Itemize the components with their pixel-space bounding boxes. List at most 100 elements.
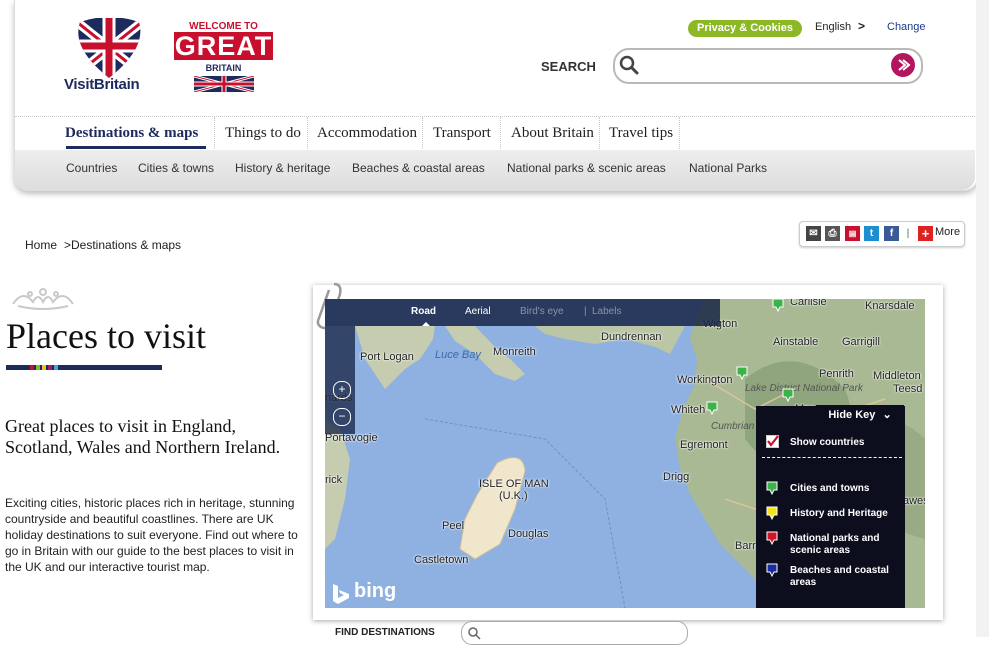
- breadcrumb-current: >Destinations & maps: [64, 238, 182, 252]
- key-divider: [762, 457, 902, 458]
- subnav-countries[interactable]: Countries: [66, 161, 117, 175]
- zoom-in-button[interactable]: +: [333, 381, 351, 399]
- map-place-monreith: Monreith: [493, 346, 536, 358]
- subnav-national-parks-scenic[interactable]: National parks & scenic areas: [507, 161, 666, 175]
- map-pin-city[interactable]: [782, 388, 794, 402]
- map-place-drigg: Drigg: [663, 471, 690, 483]
- search-go-button[interactable]: [891, 53, 915, 77]
- subnav-cities-towns[interactable]: Cities & towns: [138, 161, 214, 175]
- email-icon[interactable]: ✉: [806, 226, 821, 241]
- print-icon[interactable]: ⎙: [825, 226, 840, 241]
- bing-logo-icon: [333, 584, 349, 604]
- map-place-isle-of-man: ISLE OF MAN: [479, 478, 549, 490]
- plus-icon[interactable]: +: [918, 226, 933, 241]
- map-labels-toggle[interactable]: Labels: [592, 306, 621, 317]
- scrollbar-track[interactable]: [976, 0, 989, 637]
- share-toolbar: ✉ ⎙ ▤ t f | + More: [799, 221, 965, 247]
- nav-accommodation[interactable]: Accommodation: [317, 125, 417, 142]
- subnav-national-parks[interactable]: National Parks: [689, 161, 767, 175]
- parks-marker-icon: [766, 531, 778, 545]
- key-national-parks[interactable]: National parks and scenic areas: [790, 533, 896, 557]
- great-logo-bottom: BRITAIN: [205, 63, 242, 73]
- show-countries-label: Show countries: [790, 437, 865, 448]
- map-place-garrigill: Garrigill: [842, 336, 880, 348]
- map-place-carlisle: Carlisle: [790, 299, 827, 308]
- map-place-egremont: Egremont: [680, 439, 728, 451]
- heritage-marker-icon: [766, 506, 778, 520]
- share-divider: |: [906, 228, 910, 239]
- map-view-toolbar: Road Aerial Bird's eye | Labels: [325, 299, 720, 326]
- page-title: Places to visit: [6, 316, 206, 356]
- great-logo-main[interactable]: GREAT: [174, 32, 273, 60]
- map-place-teesdale: Teesd: [893, 383, 923, 395]
- map-view-aerial[interactable]: Aerial: [465, 306, 491, 317]
- hide-key-label: Hide Key: [828, 409, 876, 421]
- bing-logo-text: bing: [354, 580, 397, 602]
- map-place-rick: rick: [325, 474, 343, 486]
- nav-about-britain[interactable]: About Britain: [511, 125, 594, 142]
- map-pin-city[interactable]: [706, 401, 718, 415]
- map-place-port-logan: Port Logan: [360, 351, 414, 363]
- map-zoom-panel: + −: [325, 326, 355, 434]
- nav-things-to-do[interactable]: Things to do: [225, 125, 301, 142]
- map-place-knarsdale: Knarsdale: [865, 300, 915, 312]
- key-beaches-coastal[interactable]: Beaches and coastal areas: [790, 565, 900, 589]
- key-history-heritage[interactable]: History and Heritage: [790, 508, 888, 520]
- map-place-barrow: Barr: [735, 540, 756, 552]
- map-place-penrith: Penrith: [819, 368, 854, 380]
- nav-travel-tips[interactable]: Travel tips: [609, 125, 673, 142]
- active-view-indicator: [422, 322, 430, 326]
- search-input[interactable]: [646, 52, 890, 80]
- map-place-peel: Peel: [442, 520, 465, 532]
- visitbritain-logo-text[interactable]: VisitBritain: [64, 76, 140, 93]
- map-place-douglas: Douglas: [508, 528, 549, 540]
- sub-nav: Countries Cities & towns History & herit…: [15, 150, 975, 190]
- facebook-icon[interactable]: f: [884, 226, 899, 241]
- search-icon: [468, 627, 481, 640]
- great-flag-icon: [194, 76, 254, 92]
- subnav-beaches-coastal[interactable]: Beaches & coastal areas: [352, 161, 485, 175]
- breadcrumb-home[interactable]: Home: [25, 238, 57, 252]
- nav-destinations-maps[interactable]: Destinations & maps: [65, 125, 198, 142]
- twitter-icon[interactable]: t: [864, 226, 879, 241]
- cities-marker-icon: [766, 481, 778, 495]
- search-icon: [619, 55, 639, 75]
- change-language-link[interactable]: Change: [887, 21, 926, 33]
- hide-key-button[interactable]: Hide Key ⌄: [816, 405, 904, 427]
- map-view-birdseye[interactable]: Bird's eye: [520, 306, 564, 317]
- find-destinations-label: FIND DESTINATIONS: [335, 627, 435, 638]
- find-destinations-input[interactable]: [461, 621, 688, 645]
- subnav-history-heritage[interactable]: History & heritage: [235, 161, 330, 175]
- language-arrow-icon: >: [858, 19, 866, 33]
- pdf-icon[interactable]: ▤: [845, 226, 860, 241]
- map-place-ainstable: Ainstable: [773, 336, 819, 348]
- page-intro-text: Exciting cities, historic places rich in…: [5, 496, 298, 574]
- search-label: SEARCH: [541, 59, 596, 74]
- map-place-uk: (U.K.): [499, 490, 528, 502]
- zoom-out-button[interactable]: −: [333, 408, 351, 426]
- flourish-ornament-icon: [12, 288, 74, 310]
- page-subtitle: Great places to visit in England, Scotla…: [5, 416, 281, 457]
- map-place-middleton: Middleton: [873, 370, 921, 382]
- map-pin-city[interactable]: [772, 298, 784, 312]
- language-label: English: [815, 21, 852, 33]
- map-divider: |: [584, 306, 587, 317]
- map-place-hawes: awes: [903, 495, 925, 507]
- key-cities-towns[interactable]: Cities and towns: [790, 483, 869, 495]
- map-place-whitehaven: Whiteh: [671, 404, 706, 416]
- map-place-dundrennan: Dundrennan: [601, 331, 662, 343]
- chevron-down-icon: ⌄: [882, 409, 892, 421]
- share-more-link[interactable]: More: [935, 226, 960, 238]
- map-place-castletown: Castletown: [414, 554, 469, 566]
- map-place-luce-bay: Luce Bay: [435, 349, 481, 361]
- privacy-cookies-button[interactable]: Privacy & Cookies: [688, 20, 802, 37]
- arrow-circle-icon: [898, 59, 911, 71]
- map-view-road[interactable]: Road: [411, 306, 436, 317]
- title-underline: [6, 365, 162, 370]
- beaches-marker-icon: [766, 563, 778, 577]
- map-place-workington: Workington: [677, 374, 733, 386]
- nav-transport[interactable]: Transport: [433, 125, 491, 142]
- active-nav-indicator: [66, 146, 206, 149]
- show-countries-checkbox[interactable]: [766, 435, 779, 448]
- map-pin-city[interactable]: [736, 366, 748, 380]
